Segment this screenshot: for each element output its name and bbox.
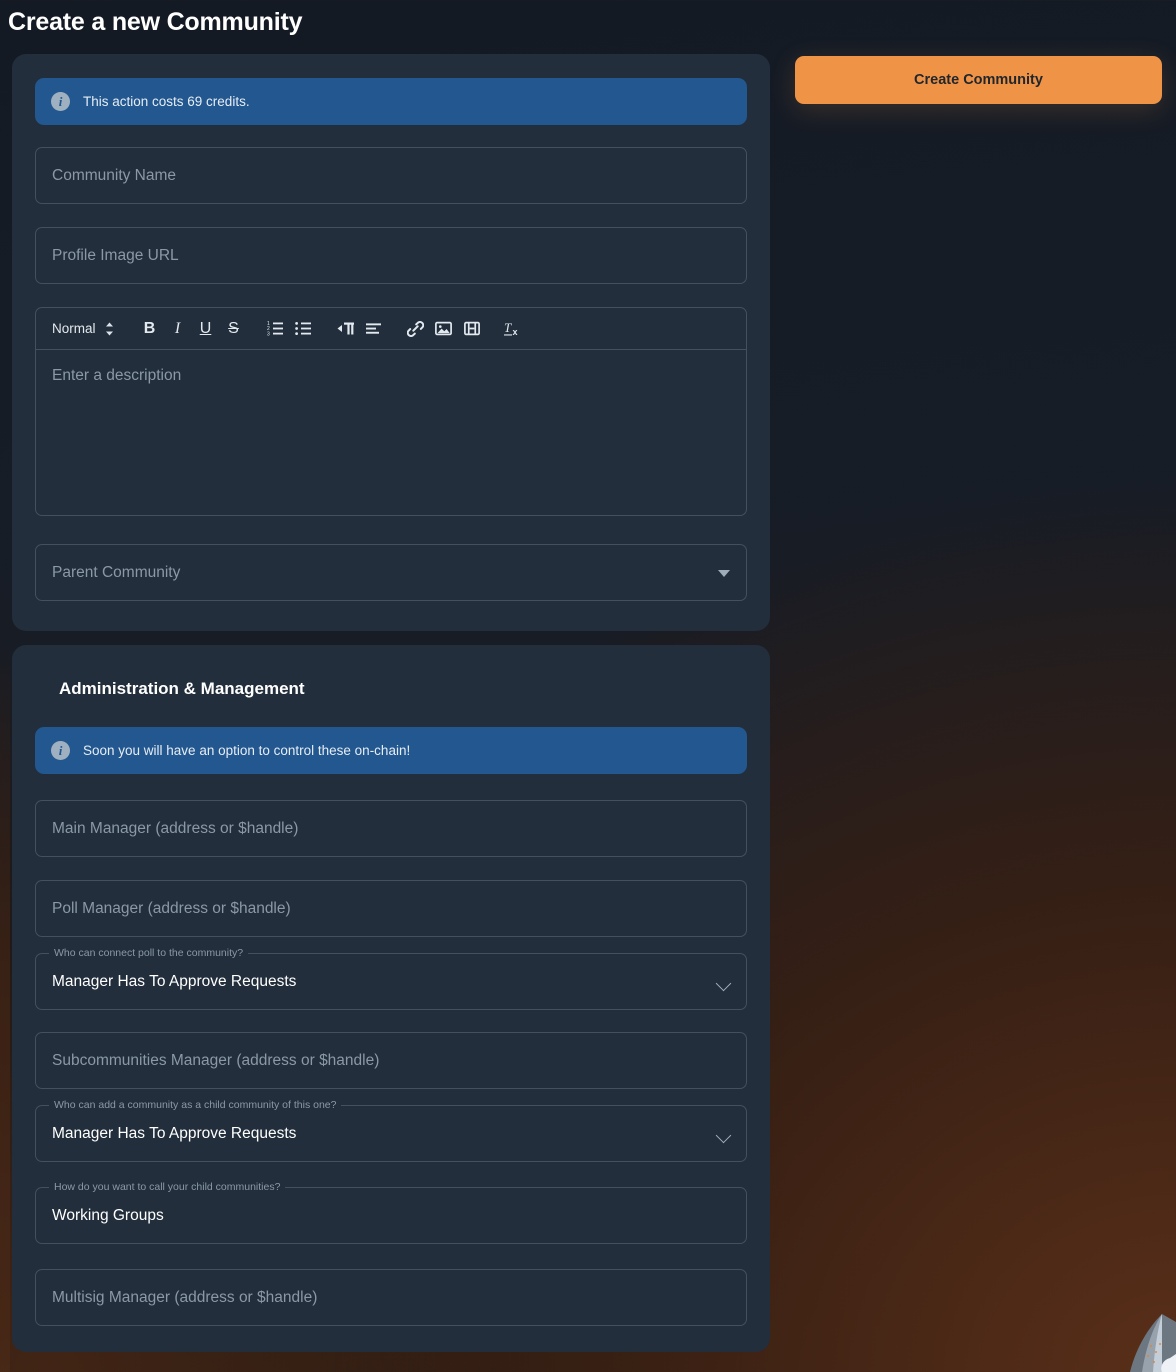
main-manager-input[interactable]: Main Manager (address or $handle) (35, 800, 747, 857)
create-community-button[interactable]: Create Community (795, 56, 1162, 104)
onchain-info-banner: i Soon you will have an option to contro… (35, 727, 747, 774)
chevron-down-icon (715, 975, 732, 991)
chevron-updown-icon (105, 322, 114, 336)
info-icon: i (51, 741, 70, 760)
child-community-name-value: Working Groups (52, 1206, 164, 1224)
main-manager-placeholder: Main Manager (address or $handle) (52, 819, 299, 837)
link-button[interactable] (402, 315, 430, 343)
format-select[interactable]: Normal (48, 321, 122, 336)
parent-community-select[interactable]: Parent Community (35, 544, 747, 601)
background-edge-glow (0, 640, 10, 1372)
child-community-policy-select[interactable]: Who can add a community as a child commu… (35, 1099, 747, 1162)
clear-format-button[interactable]: T x (500, 315, 528, 343)
page-title: Create a new Community (8, 8, 303, 36)
child-community-name-input[interactable]: How do you want to call your child commu… (35, 1181, 747, 1244)
credits-info-banner: i This action costs 69 credits. (35, 78, 747, 125)
actions-column: Create Community (795, 56, 1162, 104)
poll-connect-policy-value: Manager Has To Approve Requests (52, 972, 297, 990)
parent-community-placeholder: Parent Community (52, 563, 181, 581)
bullet-list-button[interactable] (290, 315, 318, 343)
form-column: i This action costs 69 credits. Communit… (12, 54, 770, 1366)
credits-info-text: This action costs 69 credits. (83, 93, 250, 109)
description-textarea[interactable]: Enter a description (36, 350, 746, 515)
profile-image-url-placeholder: Profile Image URL (52, 246, 179, 264)
image-button[interactable] (430, 315, 458, 343)
poll-manager-placeholder: Poll Manager (address or $handle) (52, 899, 291, 917)
section-title-administration: Administration & Management (59, 679, 305, 698)
bold-button[interactable]: B (136, 315, 164, 343)
administration-card: Administration & Management i Soon you w… (12, 645, 770, 1352)
info-icon: i (51, 92, 70, 111)
community-basics-card: i This action costs 69 credits. Communit… (12, 54, 770, 631)
poll-connect-policy-legend: Who can connect poll to the community? (49, 947, 249, 960)
italic-button[interactable]: I (164, 315, 192, 343)
multisig-manager-placeholder: Multisig Manager (address or $handle) (52, 1288, 318, 1306)
child-community-name-legend: How do you want to call your child commu… (49, 1181, 286, 1194)
poll-connect-policy-select[interactable]: Who can connect poll to the community? M… (35, 947, 747, 1010)
align-button[interactable] (360, 315, 388, 343)
subcommunities-manager-placeholder: Subcommunities Manager (address or $hand… (52, 1051, 380, 1069)
poll-manager-input[interactable]: Poll Manager (address or $handle) (35, 880, 747, 937)
ordered-list-button[interactable]: 1 2 3 (262, 315, 290, 343)
child-community-policy-legend: Who can add a community as a child commu… (49, 1099, 342, 1112)
subcommunities-manager-input[interactable]: Subcommunities Manager (address or $hand… (35, 1032, 747, 1089)
create-community-page: Create a new Community i This action cos… (0, 0, 1176, 1372)
svg-text:T: T (504, 320, 512, 335)
description-editor: Normal B I U S 1 2 3 T x Enter a descrip… (35, 307, 747, 516)
editor-toolbar: Normal B I U S 1 2 3 T x (36, 308, 746, 350)
video-button[interactable] (458, 315, 486, 343)
multisig-manager-input[interactable]: Multisig Manager (address or $handle) (35, 1269, 747, 1326)
strikethrough-button[interactable]: S (220, 315, 248, 343)
text-direction-button[interactable] (332, 315, 360, 343)
onchain-info-text: Soon you will have an option to control … (83, 742, 411, 758)
chevron-down-icon (715, 1127, 732, 1143)
child-community-policy-value: Manager Has To Approve Requests (52, 1124, 297, 1142)
caret-down-icon (718, 569, 730, 577)
description-placeholder: Enter a description (52, 367, 182, 384)
format-select-label: Normal (52, 321, 96, 336)
underline-button[interactable]: U (192, 315, 220, 343)
svg-text:x: x (513, 327, 518, 337)
community-name-placeholder: Community Name (52, 166, 177, 184)
svg-text:3: 3 (267, 331, 270, 336)
community-name-input[interactable]: Community Name (35, 147, 747, 204)
profile-image-url-input[interactable]: Profile Image URL (35, 227, 747, 284)
rocket-decoration-icon (1118, 1306, 1176, 1372)
